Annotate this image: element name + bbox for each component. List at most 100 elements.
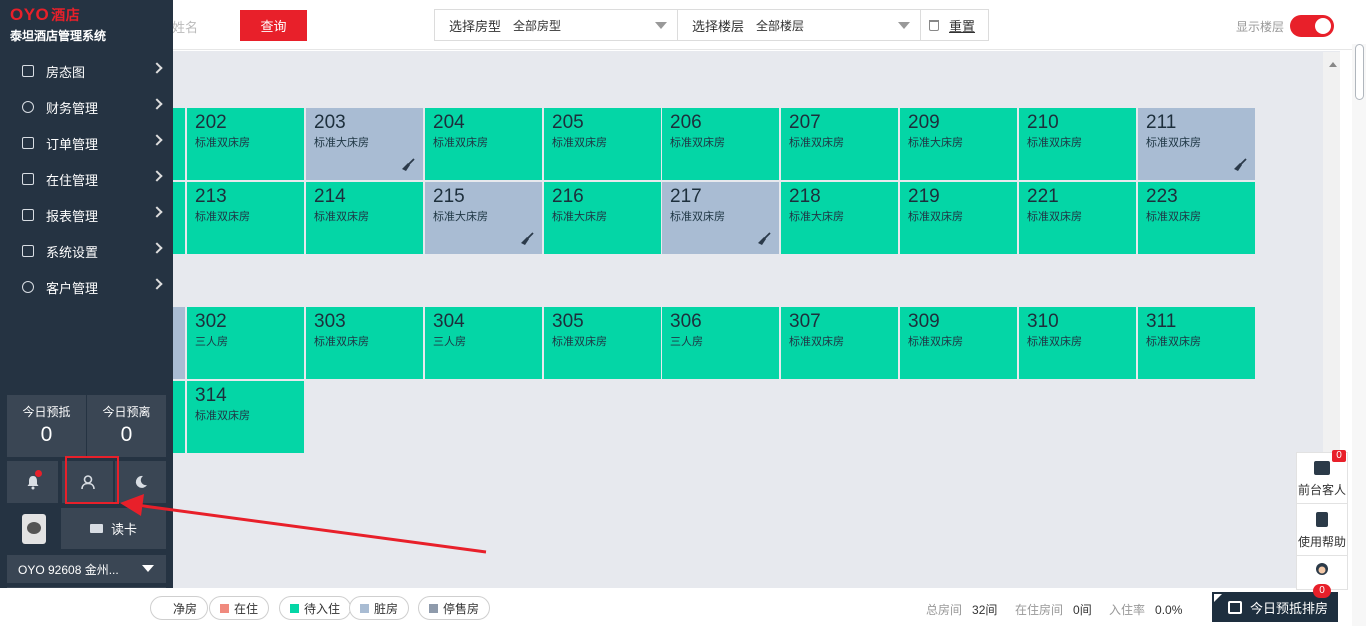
book-icon [1316, 512, 1328, 527]
total-rooms: 总房间 32间 [926, 601, 997, 618]
room-type: 标准双床房 [1027, 211, 1082, 223]
room-number: 302 [195, 311, 227, 332]
chart-icon [22, 209, 34, 221]
room-tile[interactable]: 218 标准大床房 [781, 182, 898, 254]
room-type: 标准双床房 [908, 211, 963, 223]
page-scrollbar-thumb[interactable] [1355, 44, 1364, 100]
legend-label: 停售房 [443, 601, 480, 616]
sidebar-item-finance[interactable]: 财务管理 [0, 89, 173, 125]
occupancy-rate-value: 0.0% [1155, 603, 1183, 617]
help-button[interactable]: 使用帮助 [1296, 504, 1348, 556]
room-tile[interactable]: 307 标准双床房 [781, 307, 898, 379]
floor-select[interactable]: 全部楼层 [744, 10, 920, 40]
room-type: 标准大床房 [908, 137, 963, 149]
room-type-filter[interactable]: 选择房型 全部房型 [435, 10, 678, 40]
room-tile[interactable]: 303 标准双床房 [306, 307, 423, 379]
sidebar-item-customers[interactable]: 客户管理 [0, 269, 173, 305]
room-type: 三人房 [433, 336, 466, 348]
room-tile[interactable]: 211 标准双床房 [1138, 108, 1255, 180]
room-tile[interactable]: 209 标准大床房 [900, 108, 1017, 180]
sidebar-item-settings[interactable]: 系统设置 [0, 233, 173, 269]
room-tile[interactable]: 216 标准大床房 [544, 182, 661, 254]
room-tile[interactable]: 203 标准大床房 [306, 108, 423, 180]
floating-tool-panel: 前台客人 0 使用帮助 0 [1296, 450, 1348, 598]
room-tile[interactable]: 215 标准大床房 [425, 182, 542, 254]
today-depart-label: 今日预离 [102, 405, 151, 419]
room-type-value: 全部房型 [513, 18, 562, 33]
query-button[interactable]: 查询 [240, 10, 307, 41]
customer-service-badge: 0 [1313, 584, 1331, 598]
legend-occupied[interactable]: 在住 [209, 596, 270, 620]
sidebar-item-orders[interactable]: 订单管理 [0, 125, 173, 161]
sidebar-item-reports[interactable]: 报表管理 [0, 197, 173, 233]
room-number: 307 [789, 311, 821, 332]
broom-icon [1234, 158, 1247, 171]
read-card-button[interactable]: 读卡 [61, 508, 166, 549]
room-type: 标准双床房 [1146, 211, 1201, 223]
hotel-select[interactable]: OYO 92608 金州... [7, 555, 166, 583]
occupied-rooms: 在住房间 0间 [1015, 601, 1092, 618]
room-tile[interactable]: 314 标准双床房 [187, 381, 304, 453]
today-arrive[interactable]: 今日预抵 0 [7, 395, 86, 457]
room-type-select[interactable]: 全部房型 [501, 10, 677, 40]
today-arrive-value: 0 [40, 423, 53, 446]
room-tile[interactable]: 207 标准双床房 [781, 108, 898, 180]
legend-dirty[interactable]: 脏房 [349, 596, 410, 620]
room-tile[interactable]: 202 标准双床房 [187, 108, 304, 180]
room-tile[interactable]: 310 标准双床房 [1019, 307, 1136, 379]
page-scrollbar[interactable] [1352, 44, 1366, 626]
room-tile[interactable]: 205 标准双床房 [544, 108, 661, 180]
room-tile[interactable]: 210 标准双床房 [1019, 108, 1136, 180]
room-tile[interactable]: 204 标准双床房 [425, 108, 542, 180]
room-type: 三人房 [195, 336, 228, 348]
room-tile[interactable]: 206 标准双床房 [662, 108, 779, 180]
system-name: 泰坦酒店管理系统 [10, 29, 107, 43]
room-type: 标准双床房 [314, 336, 369, 348]
search-input[interactable]: 姓名 [172, 17, 198, 36]
legend-out-of-order[interactable]: 停售房 [418, 596, 491, 620]
room-type: 三人房 [670, 336, 703, 348]
reset-button[interactable]: 重置 [921, 10, 988, 40]
floor-label: 选择楼层 [692, 18, 745, 34]
help-label: 使用帮助 [1297, 535, 1346, 549]
room-tile[interactable]: 305 标准双床房 [544, 307, 661, 379]
bottom-bar: 净房 在住 待入住 脏房 停售房 总房间 32间 在住房间 0间 入住率 0.0% [0, 588, 1366, 626]
room-tile[interactable]: 304 三人房 [425, 307, 542, 379]
sidebar-item-in-house[interactable]: 在住管理 [0, 161, 173, 197]
room-number: 213 [195, 186, 227, 207]
floor-filter[interactable]: 选择楼层 全部楼层 [678, 10, 921, 40]
show-floor-label: 显示楼层 [1236, 20, 1285, 34]
room-tile[interactable]: 309 标准双床房 [900, 307, 1017, 379]
front-desk-guests-button[interactable]: 前台客人 0 [1296, 450, 1348, 504]
room-number: 305 [552, 311, 584, 332]
occupancy-rate: 入住率 0.0% [1109, 601, 1182, 618]
night-audit-button[interactable] [115, 461, 166, 503]
room-tile[interactable]: 214 标准双床房 [306, 182, 423, 254]
room-tile[interactable]: 302 三人房 [187, 307, 304, 379]
legend-label: 脏房 [374, 601, 399, 616]
legend-pending[interactable]: 待入住 [279, 596, 352, 620]
room-tile[interactable]: 213 标准双床房 [187, 182, 304, 254]
room-tile[interactable]: 306 三人房 [662, 307, 779, 379]
chevron-right-icon [151, 278, 163, 290]
scroll-up-icon[interactable] [1329, 62, 1337, 67]
monitor-icon [22, 245, 34, 257]
sidebar-item-room-status[interactable]: 房态图 [0, 53, 173, 89]
room-tile[interactable]: 217 标准双床房 [662, 182, 779, 254]
notification-button[interactable] [7, 461, 58, 503]
room-number: 211 [1146, 112, 1177, 133]
room-tile[interactable]: 221 标准双床房 [1019, 182, 1136, 254]
room-number: 206 [670, 112, 702, 133]
room-type: 标准双床房 [314, 211, 369, 223]
room-number: 310 [1027, 311, 1059, 332]
show-floor-toggle[interactable] [1290, 15, 1334, 37]
room-tile[interactable]: 311 标准双床房 [1138, 307, 1255, 379]
room-type: 标准双床房 [1146, 137, 1201, 149]
room-number: 219 [908, 186, 940, 207]
customer-service-button[interactable]: 0 [1296, 556, 1348, 598]
today-depart[interactable]: 今日预离 0 [86, 395, 166, 457]
legend-clean[interactable]: 净房 [150, 596, 209, 620]
room-tile[interactable]: 219 标准双床房 [900, 182, 1017, 254]
room-tile[interactable]: 223 标准双床房 [1138, 182, 1255, 254]
chevron-right-icon [151, 98, 163, 110]
